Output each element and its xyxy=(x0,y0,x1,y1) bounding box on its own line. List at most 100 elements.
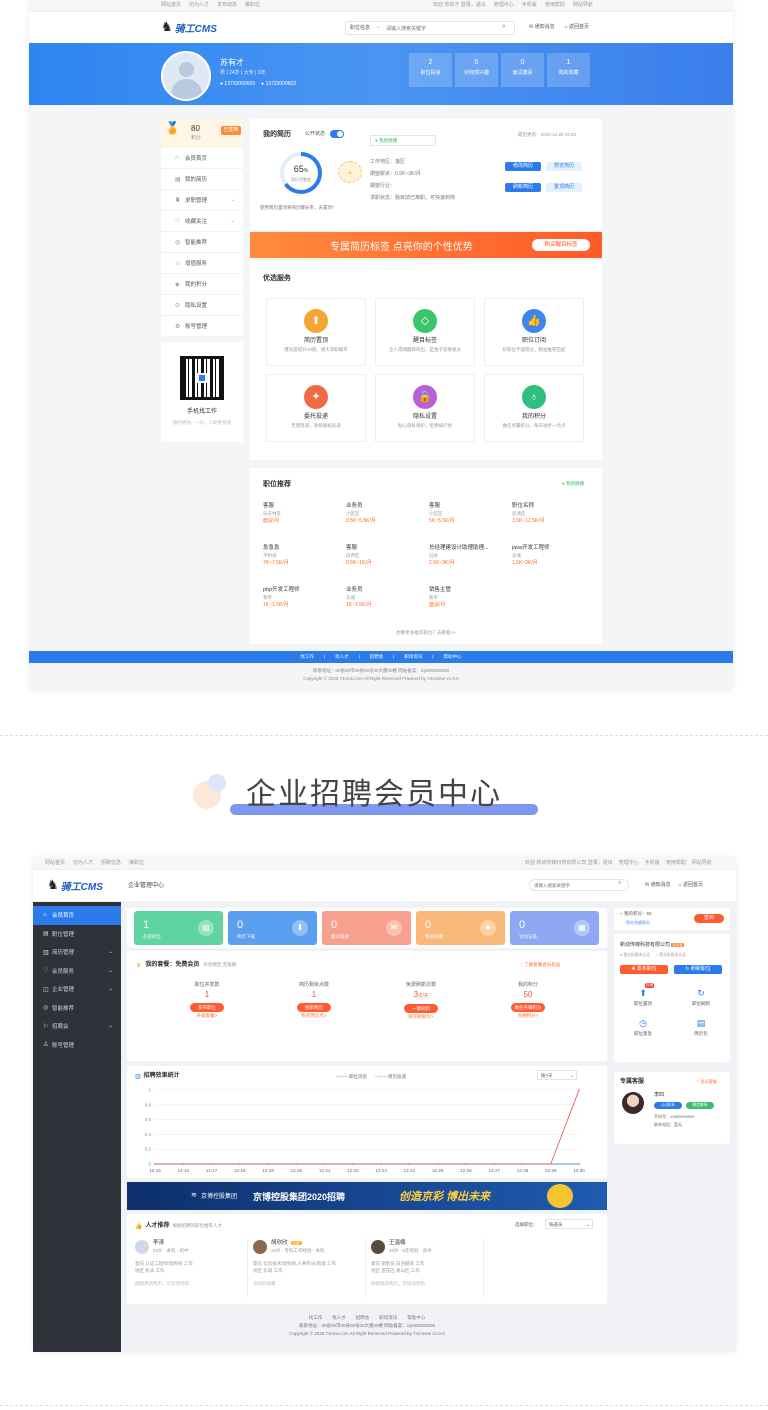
search-icon[interactable]: ⌕ xyxy=(502,23,506,31)
tag-banner[interactable]: 专属简历标签 点亮你的个性优势 购买醒目标签 xyxy=(250,232,602,258)
job-item[interactable]: java开发工程师 东城 1.5K~2K/月 xyxy=(512,544,592,567)
search-input[interactable] xyxy=(534,881,614,889)
sidebar-item[interactable]: ◎ 智能推荐 xyxy=(161,231,243,252)
more-jobs-link[interactable]: 想看更多推荐职位？去看看>> xyxy=(250,630,602,636)
edit-resume-button[interactable]: 修改简历 xyxy=(505,162,541,171)
talents-filter-select[interactable]: 快递员 ⌄ xyxy=(545,1219,593,1229)
top-link[interactable]: 使用帮助 xyxy=(545,2,565,9)
sidebar-item[interactable]: ⚙ 账号管理 xyxy=(161,315,243,336)
top-link[interactable]: 管理中心 xyxy=(494,2,514,9)
top-link[interactable]: 招聘信息 xyxy=(101,860,121,867)
top-link[interactable]: 网站首页 xyxy=(161,2,181,9)
ad-banner[interactable]: ≋ 京博控股集团 京博控股集团2020招聘 创造京彩 博出未来 xyxy=(127,1182,607,1210)
job-item[interactable]: 销售主管 和平 面议/月 xyxy=(429,586,509,609)
company-name[interactable]: 新动传媒科技有限公司 xyxy=(620,942,670,948)
top-link[interactable]: 网站导航 xyxy=(692,860,712,867)
footer-link[interactable]: 找工作 xyxy=(300,651,314,663)
sidebar-item[interactable]: ♡ 会员服务 ⌄ xyxy=(33,962,121,981)
public-toggle[interactable] xyxy=(330,130,344,138)
footer-link[interactable]: 招聘会 xyxy=(370,651,384,663)
top-link[interactable]: 切为人才 xyxy=(189,2,209,9)
package-action-button[interactable]: 一键刷新 xyxy=(404,1004,438,1013)
stat-card[interactable]: 1 在招职位 ▤ xyxy=(134,911,223,945)
tool-item[interactable]: ⬆ 职位置顶 热销 xyxy=(628,983,658,1008)
search-icon[interactable]: ⌕ xyxy=(618,880,621,887)
welcome-text[interactable]: 欢迎 新动传媒科技有限公司 登录，退出 xyxy=(525,860,613,867)
job-item[interactable]: 职位名称 武清区 3.5K~12.5K/月 xyxy=(512,502,592,525)
sidebar-item[interactable]: ▤ 职位管理 xyxy=(33,925,121,944)
package-link[interactable]: 升级套餐> xyxy=(162,1012,252,1020)
sidebar-item[interactable]: ⌂ 会员首页 xyxy=(161,147,243,168)
footer-link[interactable]: 找人才 xyxy=(332,1314,346,1322)
messages-link[interactable]: ✉ 通知消息 xyxy=(529,24,555,31)
cs-complaint-link[interactable]: ♡ 投诉客服 xyxy=(696,1079,717,1085)
stat-card[interactable]: 0 我的收藏 ★ xyxy=(416,911,505,945)
qr-code[interactable] xyxy=(180,356,224,400)
logo[interactable]: ♞ 骑工CMS xyxy=(47,877,103,893)
messages-link[interactable]: ✉ 通知消息 xyxy=(645,882,671,889)
footer-link[interactable]: 职场资讯 xyxy=(379,1314,397,1322)
top-link[interactable]: 使用帮助 xyxy=(666,860,686,867)
points-exchange-link[interactable]: 积分兑换积分 xyxy=(626,920,650,926)
sidebar-item[interactable]: ▥ 简历管理 ⌄ xyxy=(33,943,121,962)
buy-tag-button[interactable]: 购买醒目标签 xyxy=(532,239,590,251)
footer-link[interactable]: 找工作 xyxy=(309,1314,323,1322)
wechat-button[interactable]: 微信联系 xyxy=(686,1102,714,1109)
sidebar-item[interactable]: ◈ 我的积分 xyxy=(161,273,243,294)
tool-item[interactable]: ◷ 职位紧急 xyxy=(628,1016,658,1038)
job-item[interactable]: 总经理建设计助理助理... 冠县 2.5K~3K/月 xyxy=(429,544,509,567)
stat-interested[interactable]: 0 对我感兴趣 xyxy=(455,53,498,87)
footer-link[interactable]: 招聘会 xyxy=(356,1314,370,1322)
job-item[interactable]: 客服 小区区 5K~5.5K/月 xyxy=(429,502,509,525)
service-item[interactable]: ◇ 醒目标签 企人得闻醒目阵出，是金子就要发光 xyxy=(375,298,475,366)
preview-resume-button[interactable]: 预览简历 xyxy=(546,162,582,171)
job-item[interactable]: 急急急 平桥县 7K~7.5K/月 xyxy=(263,544,343,567)
top-link[interactable]: 管理中心 xyxy=(619,860,639,867)
signed-button[interactable]: 已签到 xyxy=(221,126,241,135)
home-link[interactable]: ⌂ 返回首页 xyxy=(679,882,703,889)
avatar[interactable] xyxy=(161,51,211,101)
package-action-button[interactable]: 做任务赚积分 xyxy=(511,1003,545,1012)
footer-link[interactable]: 找人才 xyxy=(335,651,349,663)
search-input[interactable] xyxy=(386,24,496,33)
talent-item[interactable]: 胡欣欣 认证 25岁 · 专科工作经验 · 本科 意向 信息技术/架构师,人事专员/助… xyxy=(251,1238,366,1298)
top-link[interactable]: 发布动态 xyxy=(217,2,237,9)
top-tip[interactable]: 使用简历置顶将简历曝光率，去置顶！ xyxy=(260,205,337,211)
service-item[interactable]: ✦ 委托投递 无需登录，系统随机投递 xyxy=(266,374,366,442)
stat-interview[interactable]: 0 面试邀请 xyxy=(501,53,544,87)
top-link[interactable]: 推职位 xyxy=(129,860,144,867)
talent-item[interactable]: 王温楠 28岁 · 5年经验 · 高中 意向 销售员,日语翻译 工作 地区 望花区,青… xyxy=(369,1238,484,1298)
sidebar-item[interactable]: ♜ 求职管理 ⌄ xyxy=(161,189,243,210)
package-link[interactable]: 购买刷新包> xyxy=(376,1013,466,1021)
top-link[interactable]: 切为人才 xyxy=(73,860,93,867)
job-status-select[interactable]: ● 我想跳槽 xyxy=(370,135,436,146)
package-action-button[interactable]: 搜索简历 xyxy=(297,1003,331,1012)
tool-item[interactable]: ▤ 简历包 xyxy=(686,1016,716,1038)
sidebar-item[interactable]: ◫ 企业管理 ⌄ xyxy=(33,980,121,999)
top-link[interactable]: 手机版 xyxy=(645,860,660,867)
package-link[interactable]: ♡ 了解套餐会员权益 xyxy=(519,962,560,968)
sidebar-item[interactable]: ⊙ 隐私设置 xyxy=(161,294,243,315)
stat-applied[interactable]: 2 职位投递 xyxy=(409,53,452,87)
top-link[interactable]: 网站导航 xyxy=(573,2,593,9)
package-link[interactable]: 兑换积分> xyxy=(483,1012,573,1020)
sidebar-item[interactable]: ♡ 收藏关注 ⌄ xyxy=(161,210,243,231)
talent-item[interactable]: 李涛 23岁 · 本科 · 初中 意向 认证工程师/架构师 工作 地区 机床 工作 刚刚… xyxy=(133,1238,248,1298)
stat-card[interactable]: 0 面试邀请 ✉ xyxy=(322,911,411,945)
sidebar-item[interactable]: ♙ 账号管理 xyxy=(33,1036,121,1055)
service-item[interactable]: ⬆ 简历置顶 曝光度提升10倍，增大求职概率 xyxy=(266,298,366,366)
period-select[interactable]: 按7天 ⌄ xyxy=(537,1070,577,1080)
service-item[interactable]: ♁ 我的积分 做任务赢积分，每天进步一点点 xyxy=(484,374,584,442)
refresh-jobs-button[interactable]: ↻ 刷新职位 xyxy=(674,965,722,974)
tool-item[interactable]: ↻ 职位刷新 xyxy=(686,986,716,1008)
sidebar-item[interactable]: ▤ 我的简历 xyxy=(161,168,243,189)
footer-link[interactable]: 帮助中心 xyxy=(407,1314,425,1322)
stat-favorites[interactable]: 1 我的收藏 xyxy=(547,53,590,87)
footer-link[interactable]: 帮助中心 xyxy=(444,651,462,663)
sidebar-item[interactable]: ⌂ 会员首页 xyxy=(33,906,121,925)
service-item[interactable]: 👍 职位订阅 好职位不能错过，精准推荐匹配 xyxy=(484,298,584,366)
top-link[interactable]: 网站首页 xyxy=(45,860,65,867)
refresh-resume-button[interactable]: 刷新简历 xyxy=(505,183,541,192)
package-action-button[interactable]: 发布职位 xyxy=(190,1003,224,1012)
job-item[interactable]: 业务员 小区区 0.5K~5.5K/月 xyxy=(346,502,426,525)
